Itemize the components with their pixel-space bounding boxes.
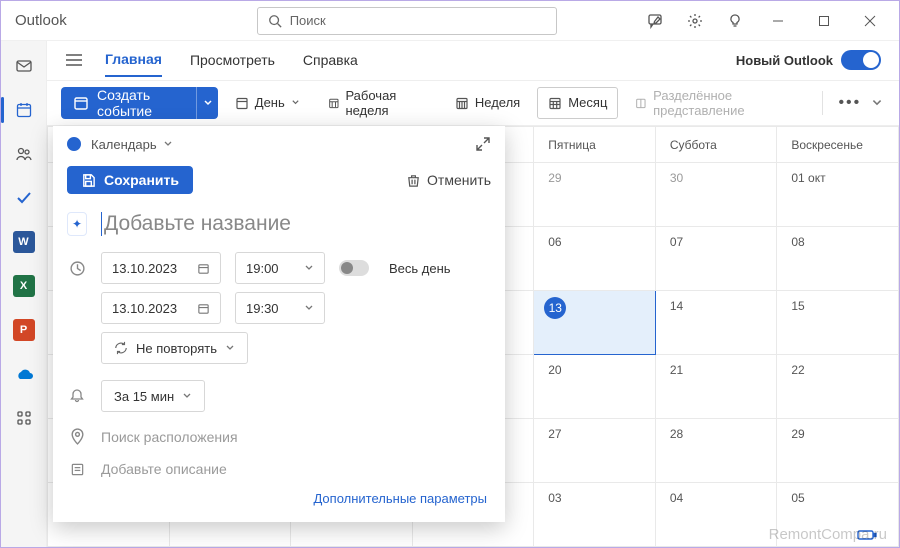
view-day-button[interactable]: День [224, 87, 311, 119]
emoji-picker-icon[interactable]: ✦ [67, 212, 87, 236]
more-options-link[interactable]: Дополнительные параметры [53, 485, 505, 522]
new-outlook-toggle[interactable] [841, 50, 881, 70]
description-icon [67, 462, 87, 477]
todo-rail-item[interactable] [13, 187, 35, 209]
battery-icon [857, 529, 877, 541]
powerpoint-rail-item[interactable]: P [13, 319, 35, 341]
save-button[interactable]: Сохранить [67, 166, 193, 194]
calendar-cell[interactable]: 20 [534, 355, 656, 419]
new-outlook-label: Новый Outlook [736, 53, 833, 68]
gear-icon[interactable] [677, 3, 713, 39]
bell-icon [67, 388, 87, 404]
calendar-cell[interactable]: 08 [777, 227, 899, 291]
calendar-picker[interactable]: Календарь [91, 137, 157, 152]
cancel-button[interactable]: Отменить [406, 172, 491, 188]
window-maximize[interactable] [803, 3, 845, 39]
event-title-input[interactable]: Добавьте название [101, 212, 491, 236]
calendar-cell[interactable]: 30 [655, 163, 777, 227]
location-icon [67, 428, 87, 445]
app-title: Outlook [15, 12, 67, 29]
calendar-cell[interactable]: 29 [777, 419, 899, 483]
calendar-cell[interactable]: 07 [655, 227, 777, 291]
view-workweek-button[interactable]: Рабочая неделя [317, 87, 438, 119]
tab-home[interactable]: Главная [105, 43, 162, 77]
all-day-label: Весь день [389, 261, 451, 276]
expand-popup-icon[interactable] [475, 136, 491, 152]
feedback-icon[interactable] [637, 3, 673, 39]
tab-help[interactable]: Справка [303, 44, 358, 76]
recurrence-picker[interactable]: Не повторять [101, 332, 248, 364]
window-minimize[interactable] [757, 3, 799, 39]
tab-view[interactable]: Просмотреть [190, 44, 275, 76]
calendar-cell[interactable]: 05 [777, 483, 899, 547]
clock-icon [67, 260, 87, 277]
search-icon [268, 14, 282, 28]
calendar-color-dot [67, 137, 81, 151]
calendar-cell[interactable]: 29 [534, 163, 656, 227]
reminder-picker[interactable]: За 15 мин [101, 380, 205, 412]
start-date-picker[interactable]: 13.10.2023 [101, 252, 221, 284]
onedrive-rail-item[interactable] [13, 363, 35, 385]
end-time-picker[interactable]: 19:30 [235, 292, 325, 324]
view-month-button[interactable]: Месяц [537, 87, 618, 119]
location-input[interactable]: Поиск расположения [101, 429, 491, 445]
search-input[interactable]: Поиск [257, 7, 557, 35]
calendar-cell[interactable]: 21 [655, 355, 777, 419]
calendar-plus-icon [73, 95, 89, 111]
create-event-button[interactable]: Создать событие [61, 87, 218, 119]
calendar-cell[interactable]: 28 [655, 419, 777, 483]
word-rail-item[interactable]: W [13, 231, 35, 253]
calendar-cell[interactable]: 15 [777, 291, 899, 355]
tips-icon[interactable] [717, 3, 753, 39]
collapse-ribbon-icon[interactable] [871, 97, 885, 109]
calendar-cell[interactable]: 03 [534, 483, 656, 547]
search-placeholder: Поиск [290, 13, 326, 28]
excel-rail-item[interactable]: X [13, 275, 35, 297]
people-rail-item[interactable] [13, 143, 35, 165]
calendar-cell[interactable]: 06 [534, 227, 656, 291]
calendar-cell[interactable]: 04 [655, 483, 777, 547]
calendar-rail-item[interactable] [13, 99, 35, 121]
view-split-button: Разделённое представление [624, 87, 809, 119]
quick-create-popup: Календарь Сохранить Отменить [53, 126, 505, 522]
app-rail: W X P [1, 41, 47, 547]
description-input[interactable]: Добавьте описание [101, 461, 491, 477]
calendar-cell[interactable]: 22 [777, 355, 899, 419]
view-week-button[interactable]: Неделя [444, 87, 531, 119]
window-close[interactable] [849, 3, 891, 39]
toolbar-overflow[interactable]: ••• [835, 94, 865, 112]
calendar-cell[interactable]: 27 [534, 419, 656, 483]
all-day-toggle[interactable] [339, 260, 369, 276]
day-header: Пятница [534, 127, 656, 163]
calendar-cell[interactable]: 14 [655, 291, 777, 355]
more-apps-rail-item[interactable] [13, 407, 35, 429]
calendar-cell[interactable]: 01 окт [777, 163, 899, 227]
day-header: Суббота [655, 127, 777, 163]
calendar-cell[interactable]: 13 [534, 291, 656, 355]
day-header: Воскресенье [777, 127, 899, 163]
end-date-picker[interactable]: 13.10.2023 [101, 292, 221, 324]
nav-toggle-icon[interactable] [65, 53, 83, 67]
create-event-split[interactable] [196, 87, 217, 119]
start-time-picker[interactable]: 19:00 [235, 252, 325, 284]
mail-rail-item[interactable] [13, 55, 35, 77]
